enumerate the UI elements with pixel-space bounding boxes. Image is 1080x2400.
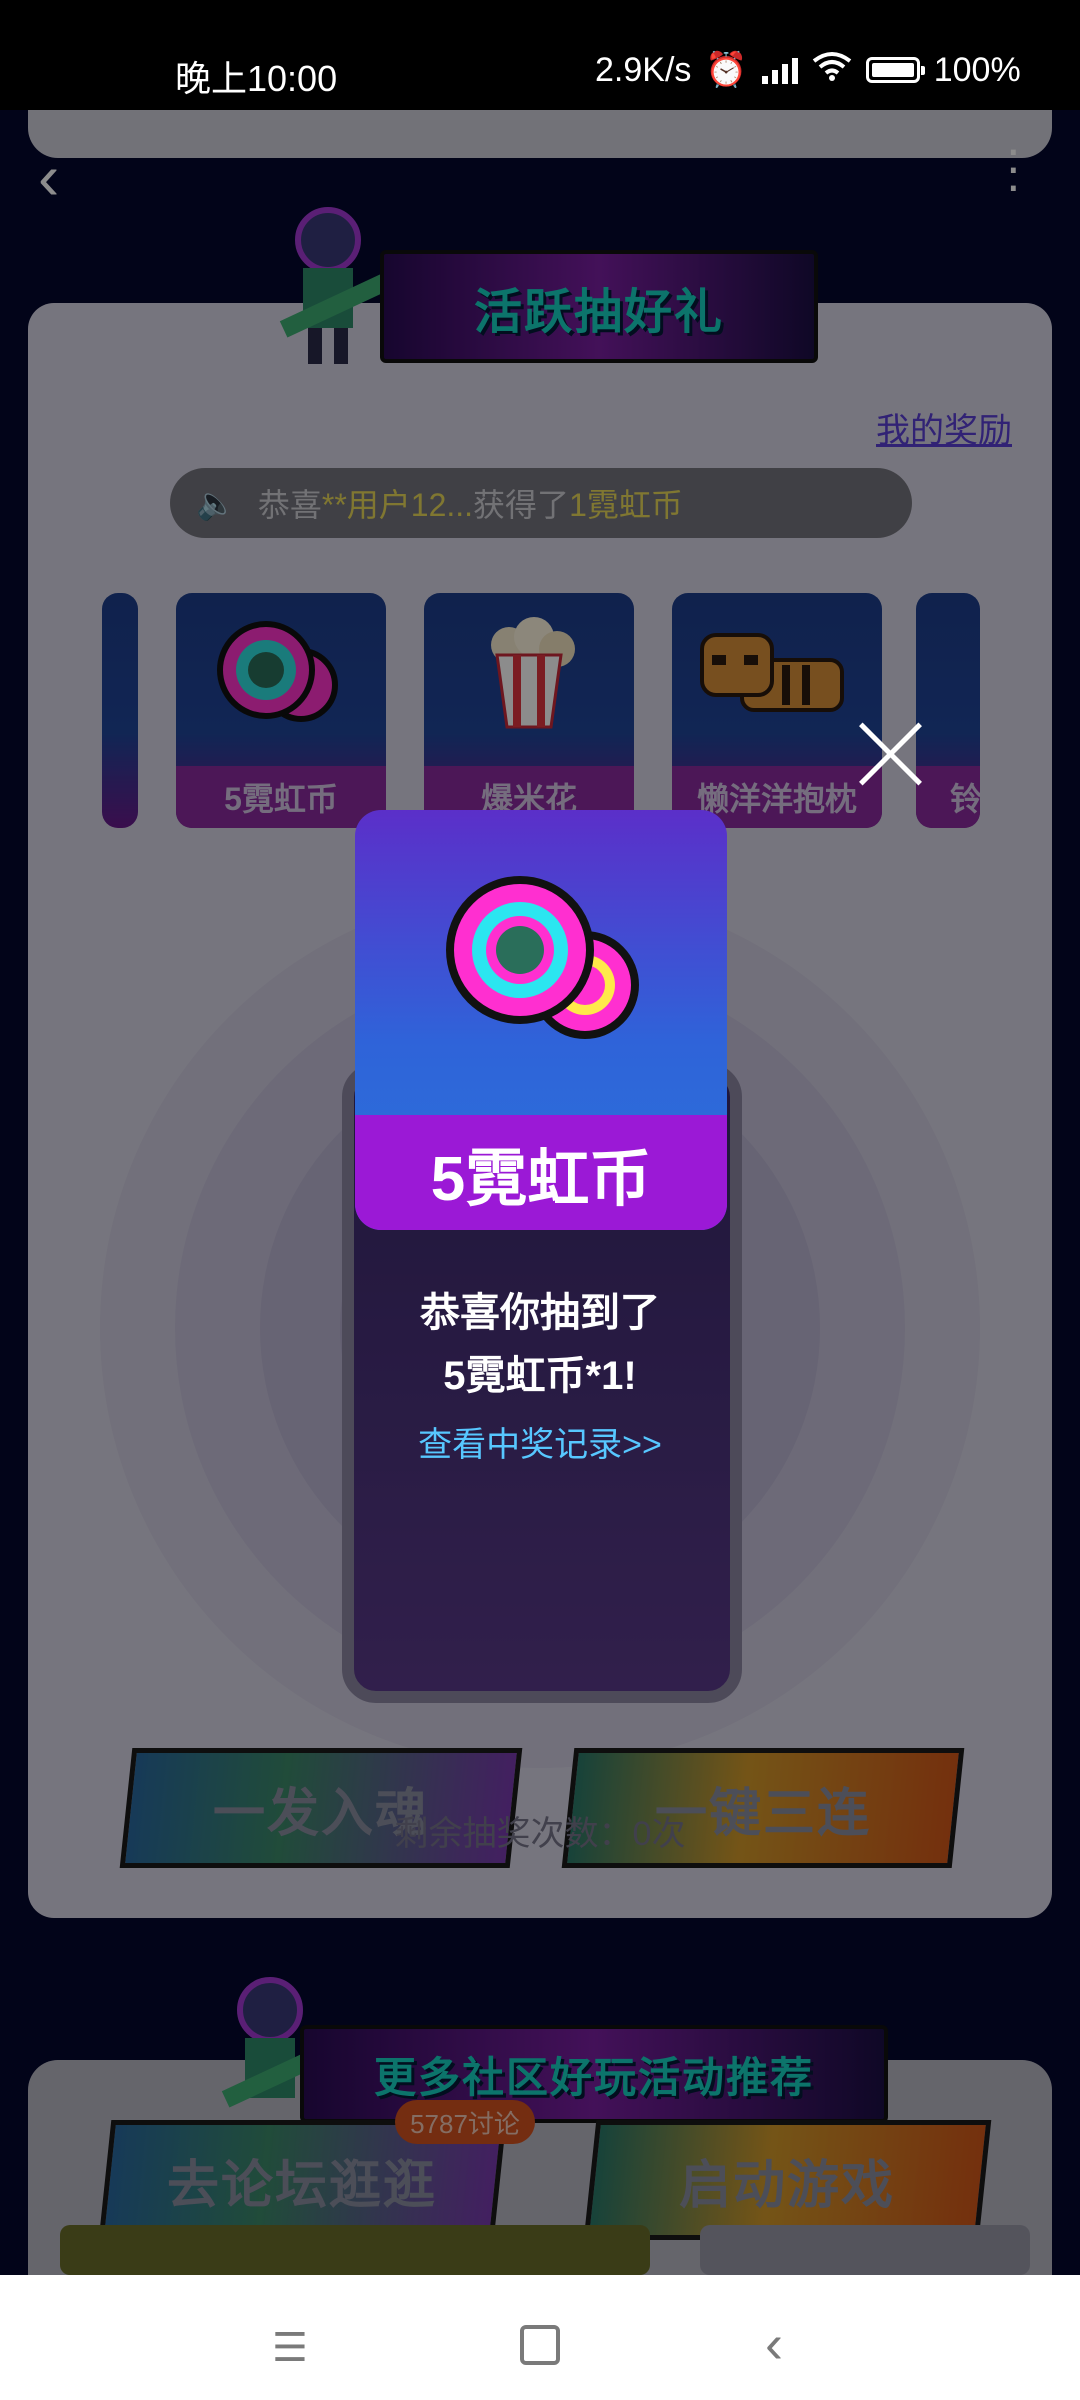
status-right: 2.9K/s ⏰ 100% (595, 50, 1021, 90)
result-card: 5霓虹币 (355, 810, 727, 1230)
status-time: 晚上10:00 (175, 58, 338, 99)
congrats-line-1: 恭喜你抽到了 (420, 1291, 660, 1335)
view-records-link[interactable]: 查看中奖记录>> (340, 1417, 740, 1466)
menu-icon[interactable]: ☰ (272, 2325, 308, 2371)
neon-coin-icon (435, 865, 655, 1070)
status-bar: 晚上10:00 2.9K/s ⏰ 100% (0, 0, 1080, 110)
network-speed: 2.9K/s (595, 50, 692, 89)
signal-icon (761, 56, 798, 84)
alarm-icon: ⏰ (705, 51, 748, 89)
wifi-icon (812, 51, 852, 90)
battery-icon (865, 57, 925, 83)
home-icon[interactable] (520, 2325, 560, 2365)
back-nav-icon[interactable]: ‹ (765, 2313, 783, 2375)
congrats-line-2: 5霓虹币*1! (443, 1354, 637, 1398)
result-prize-label: 5霓虹币 (355, 1115, 727, 1230)
close-icon[interactable] (856, 720, 924, 788)
system-nav-bar: ☰ ‹ (0, 2275, 1080, 2400)
battery-level: 100% (933, 50, 1021, 89)
